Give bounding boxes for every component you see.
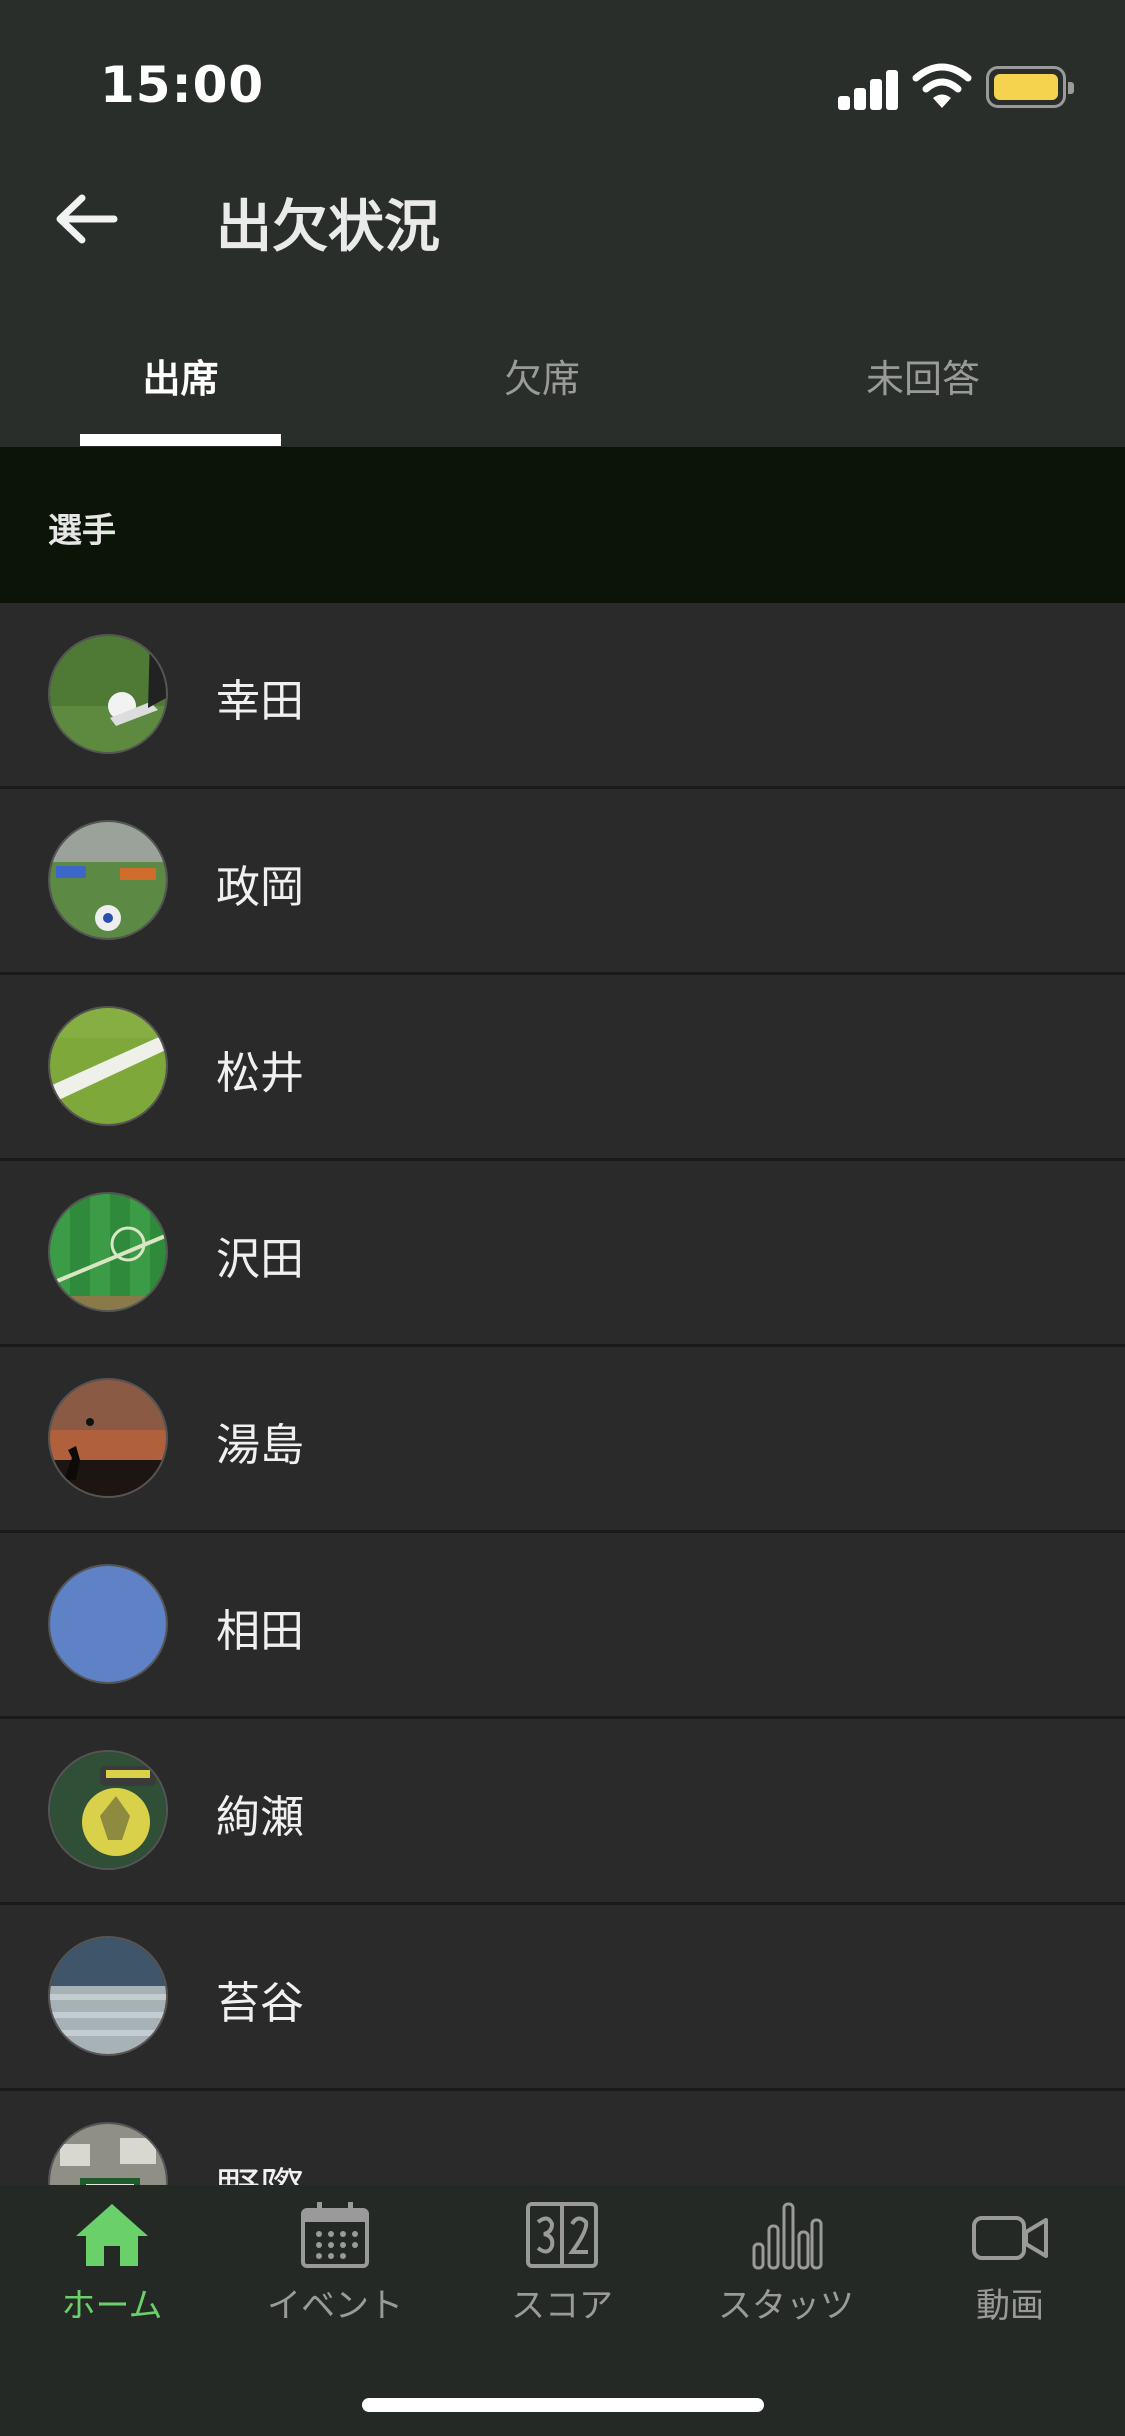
player-name: 沢田 bbox=[216, 1234, 304, 1285]
player-name: 野際 bbox=[216, 2153, 304, 2185]
player-row[interactable]: 幸田 bbox=[0, 603, 1125, 789]
home-icon bbox=[76, 2204, 148, 2266]
bar-chart-icon bbox=[752, 2202, 823, 2270]
nav-home-label: ホーム bbox=[61, 2286, 163, 2326]
avatar bbox=[48, 1378, 168, 1498]
player-row[interactable]: 苔谷 bbox=[0, 1905, 1125, 2091]
player-name: 相田 bbox=[216, 1606, 304, 1657]
avatar bbox=[48, 1936, 168, 2056]
tab-indicator bbox=[80, 434, 281, 446]
page-title: 出欠状況 bbox=[216, 195, 440, 260]
tab-absent[interactable]: 欠席 bbox=[442, 348, 642, 403]
section-label: 選手 bbox=[48, 511, 116, 551]
player-name: 政岡 bbox=[216, 862, 304, 913]
player-row[interactable]: 松井 bbox=[0, 975, 1125, 1161]
tab-attend[interactable]: 出席 bbox=[80, 348, 281, 403]
signal-icon bbox=[838, 68, 900, 110]
back-arrow-icon[interactable] bbox=[52, 188, 122, 250]
player-name: 苔谷 bbox=[216, 1978, 304, 2029]
nav-home[interactable]: ホーム bbox=[12, 2200, 212, 2327]
section-header: 選手 bbox=[0, 447, 1125, 603]
home-indicator bbox=[362, 2398, 764, 2412]
battery-icon bbox=[986, 66, 1074, 108]
avatar bbox=[48, 2122, 168, 2185]
nav-stats[interactable]: スタッツ bbox=[686, 2200, 886, 2327]
top-bar: 15:00 出欠状況 出席 欠席 未回答 bbox=[0, 0, 1125, 447]
player-row[interactable]: 相田 bbox=[0, 1533, 1125, 1719]
nav-score[interactable]: スコア bbox=[462, 2200, 662, 2327]
nav-event[interactable]: イベント bbox=[235, 2200, 435, 2327]
avatar bbox=[48, 1192, 168, 1312]
nav-score-label: スコア bbox=[511, 2286, 613, 2326]
nav-stats-label: スタッツ bbox=[718, 2286, 854, 2326]
player-row[interactable]: 湯島 bbox=[0, 1347, 1125, 1533]
player-list: 幸田 政岡 松井 沢田 湯島 相田 絢瀬 苔谷 bbox=[0, 603, 1125, 2185]
avatar bbox=[48, 1564, 168, 1684]
tab-no-answer[interactable]: 未回答 bbox=[823, 348, 1023, 403]
avatar bbox=[48, 820, 168, 940]
player-name: 絢瀬 bbox=[216, 1792, 304, 1843]
avatar bbox=[48, 1750, 168, 1870]
calendar-icon bbox=[301, 2202, 369, 2268]
avatar bbox=[48, 1006, 168, 1126]
status-time: 15:00 bbox=[100, 56, 265, 114]
nav-video[interactable]: 動画 bbox=[910, 2200, 1110, 2327]
player-name: 松井 bbox=[216, 1048, 304, 1099]
player-row[interactable]: 野際 bbox=[0, 2091, 1125, 2185]
bottom-nav: ホーム イベント スコア スタッツ 動画 bbox=[0, 2185, 1125, 2436]
video-camera-icon bbox=[972, 2216, 1048, 2260]
nav-video-label: 動画 bbox=[976, 2286, 1044, 2326]
avatar bbox=[48, 634, 168, 754]
status-bar: 15:00 bbox=[0, 0, 1125, 170]
player-name: 幸田 bbox=[216, 676, 304, 727]
player-row[interactable]: 絢瀬 bbox=[0, 1719, 1125, 1905]
player-row[interactable]: 沢田 bbox=[0, 1161, 1125, 1347]
nav-event-label: イベント bbox=[267, 2286, 403, 2326]
scoreboard-icon bbox=[526, 2202, 598, 2268]
wifi-icon bbox=[912, 63, 972, 108]
player-row[interactable]: 政岡 bbox=[0, 789, 1125, 975]
player-name: 湯島 bbox=[216, 1420, 304, 1471]
